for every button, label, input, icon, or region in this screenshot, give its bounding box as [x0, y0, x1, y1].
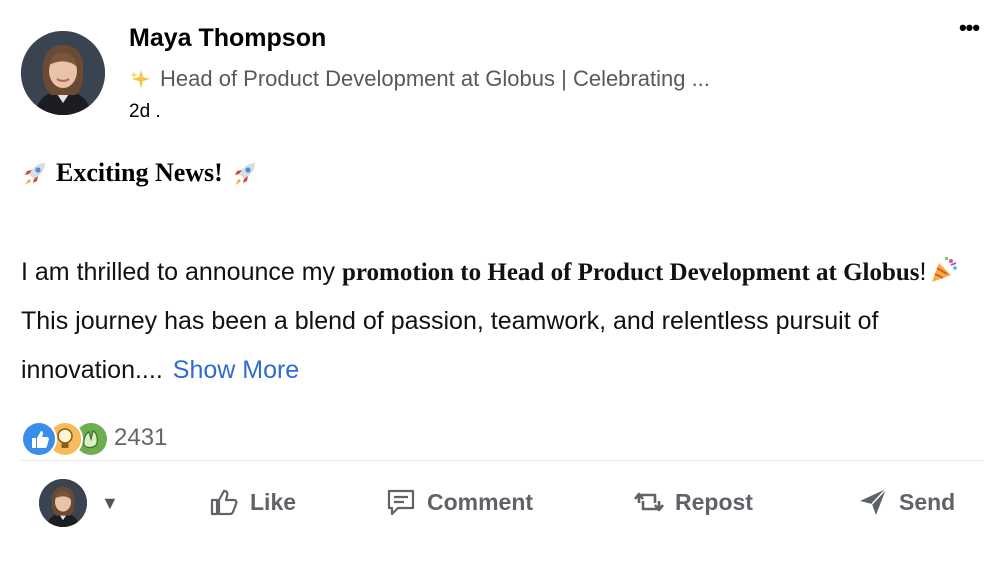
- repost-label: Repost: [675, 488, 753, 515]
- post-body-exclaim: !: [919, 258, 927, 286]
- post-body: I am thrilled to announce my promotion t…: [21, 248, 981, 395]
- social-action-bar: ▼ Like Comment Repost Send: [0, 468, 1000, 538]
- send-icon: [860, 488, 887, 515]
- author-name[interactable]: Maya Thompson: [129, 24, 326, 53]
- more-options-button[interactable]: •••: [956, 17, 982, 44]
- post-body-rest: This journey has been a blend of passion…: [21, 307, 879, 384]
- repost-button[interactable]: Repost: [633, 482, 753, 522]
- post-body-bold: promotion to Head of Product Development…: [342, 259, 920, 286]
- actor-switcher[interactable]: ▼: [39, 479, 119, 527]
- headline-text: Head of Product Development at Globus | …: [160, 66, 710, 91]
- comment-button[interactable]: Comment: [385, 482, 533, 522]
- sparkle-icon: [129, 67, 153, 91]
- rocket-icon: [231, 159, 259, 187]
- author-photo: [21, 31, 105, 115]
- send-button[interactable]: Send: [857, 482, 955, 522]
- post-body-lead: I am thrilled to announce my: [21, 258, 342, 286]
- divider: [21, 460, 983, 461]
- like-button[interactable]: Like: [208, 482, 296, 522]
- post-card: Maya Thompson Head of Product Developmen…: [0, 0, 1000, 566]
- rocket-icon: [21, 159, 49, 187]
- repost-icon: [633, 492, 665, 512]
- party-popper-icon: [929, 253, 959, 283]
- author-avatar[interactable]: [21, 31, 105, 115]
- chevron-down-icon: ▼: [101, 492, 119, 513]
- author-headline: Head of Product Development at Globus | …: [129, 66, 710, 92]
- show-more-link[interactable]: Show More: [173, 356, 299, 384]
- reaction-icons: [21, 421, 109, 457]
- thumbs-up-icon: [210, 489, 238, 516]
- send-label: Send: [899, 488, 956, 515]
- current-user-avatar: [39, 479, 87, 527]
- like-label: Like: [250, 488, 297, 515]
- like-reaction-icon: [21, 421, 57, 457]
- comment-label: Comment: [427, 488, 534, 515]
- reactions-summary[interactable]: 2431: [21, 421, 168, 457]
- post-title-text: Exciting News!: [56, 158, 223, 187]
- post-title: Exciting News!: [21, 158, 259, 188]
- post-timestamp: 2d .: [129, 101, 161, 122]
- reaction-count: 2431: [114, 424, 168, 451]
- comment-icon: [387, 489, 415, 516]
